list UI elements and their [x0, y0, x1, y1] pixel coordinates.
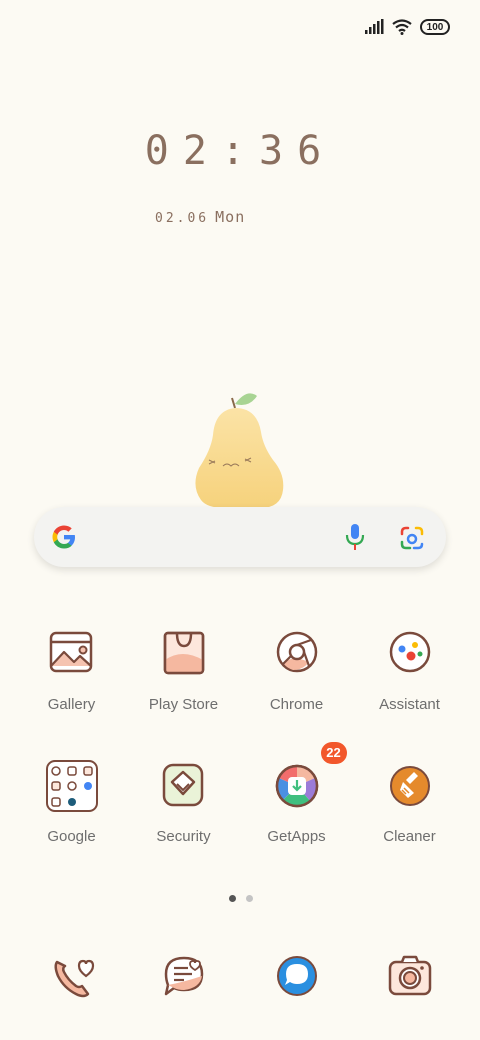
messages-icon	[164, 956, 203, 996]
app-label: Google	[47, 828, 96, 845]
app-gallery[interactable]: Gallery	[15, 628, 128, 713]
page-indicator[interactable]	[229, 895, 253, 902]
wifi-icon	[392, 19, 412, 35]
google-logo-icon	[52, 525, 75, 549]
day-text: Mon	[215, 208, 246, 226]
chrome-icon	[276, 631, 317, 673]
app-play-store[interactable]: Play Store	[127, 628, 240, 713]
page-dot[interactable]	[246, 895, 253, 902]
security-icon	[162, 763, 203, 807]
status-bar: 100	[364, 14, 450, 40]
app-getapps[interactable]: 22 GetApps	[240, 742, 353, 845]
dock-camera[interactable]	[353, 952, 466, 1004]
camera-icon	[388, 955, 431, 996]
app-assistant[interactable]: Assistant	[353, 628, 466, 713]
dock-messages[interactable]	[127, 952, 240, 1004]
gallery-icon	[49, 631, 92, 673]
clock-date[interactable]: 02.06 Mon	[155, 208, 245, 226]
browser-icon	[276, 956, 317, 996]
getapps-icon	[275, 764, 318, 808]
dock-phone[interactable]	[15, 952, 128, 1004]
app-label: Chrome	[269, 696, 324, 713]
app-label: GetApps	[267, 828, 326, 845]
app-chrome[interactable]: Chrome	[240, 628, 353, 713]
page-dot-active[interactable]	[229, 895, 236, 902]
app-cleaner[interactable]: Cleaner	[353, 760, 466, 845]
dock-browser[interactable]	[240, 952, 353, 1004]
cleaner-icon	[389, 766, 430, 806]
app-google-folder[interactable]: Google	[15, 760, 128, 845]
phone-icon	[53, 959, 94, 998]
notification-badge: 22	[320, 742, 347, 764]
signal-icon	[365, 19, 384, 34]
google-search-bar[interactable]	[34, 507, 446, 567]
play-store-icon	[163, 631, 204, 675]
voice-search-icon[interactable]	[344, 523, 366, 551]
app-label: Cleaner	[383, 828, 436, 845]
app-label: Assistant	[379, 696, 440, 713]
assistant-icon	[389, 631, 430, 673]
app-security[interactable]: Security	[127, 760, 240, 845]
app-label: Security	[156, 828, 211, 845]
clock-time[interactable]: 02:36	[0, 128, 480, 174]
date-text: 02.06	[155, 211, 210, 226]
battery-indicator: 100	[420, 19, 450, 35]
app-label: Play Store	[148, 696, 219, 713]
google-lens-icon[interactable]	[399, 525, 425, 551]
google-folder-icon	[45, 760, 98, 812]
pear-illustration	[195, 393, 284, 508]
app-label: Gallery	[47, 696, 96, 713]
